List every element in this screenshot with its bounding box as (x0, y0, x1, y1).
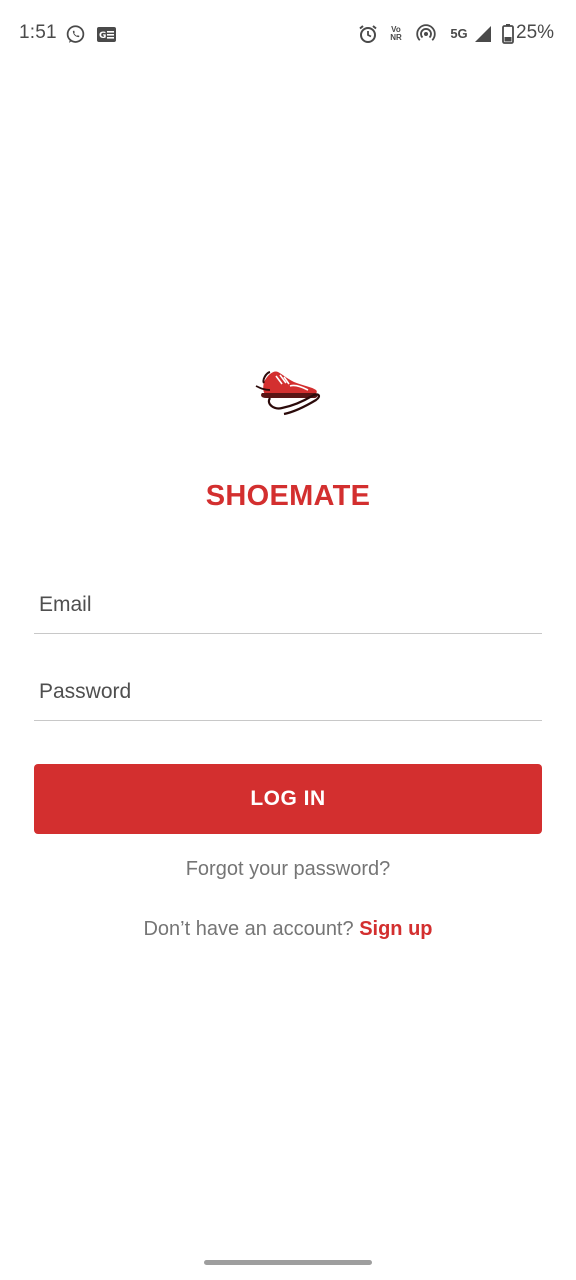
5g-icon: 5G (450, 25, 468, 41)
email-field-container (34, 576, 542, 634)
volte-bottom-text: NR (390, 33, 402, 42)
password-field-container (34, 663, 542, 721)
whatsapp-icon (64, 23, 86, 45)
volte-icon: Vo NR (385, 23, 407, 45)
email-field[interactable] (34, 576, 542, 633)
home-indicator[interactable] (204, 1260, 372, 1265)
signup-row: Don’t have an account? Sign up (0, 918, 576, 941)
sign-up-link[interactable]: Sign up (359, 918, 432, 940)
forgot-password-link[interactable]: Forgot your password? (0, 858, 576, 881)
news-icon: G (96, 23, 116, 45)
svg-text:G: G (99, 31, 106, 41)
signal-icon (473, 23, 493, 45)
no-account-text: Don’t have an account? (143, 918, 354, 940)
login-screen: 1:51 G Vo NR 5G 25% SHOEMATE Email LOG I… (0, 0, 576, 1280)
password-field[interactable] (34, 663, 542, 720)
alarm-icon (357, 23, 379, 45)
battery-icon (501, 23, 515, 45)
status-bar: 1:51 G Vo NR 5G 25% (0, 0, 576, 70)
app-title: SHOEMATE (205, 480, 371, 512)
hotspot-icon (415, 23, 437, 45)
status-time: 1:51 (19, 22, 57, 43)
shoe-logo (252, 362, 324, 420)
battery-percent: 25% (516, 22, 555, 43)
login-button[interactable]: LOG IN (34, 764, 542, 834)
